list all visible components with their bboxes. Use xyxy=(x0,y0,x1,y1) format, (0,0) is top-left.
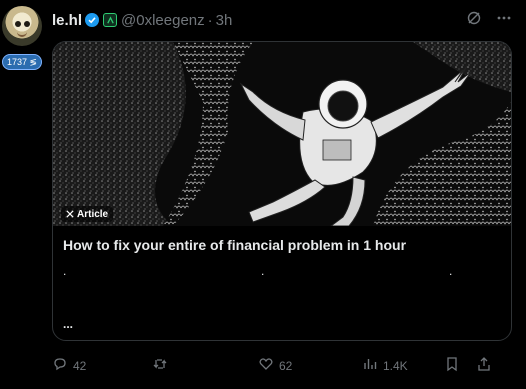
preview-dot: . xyxy=(261,264,265,278)
article-ellipsis: ... xyxy=(63,317,74,331)
avatar-mouth xyxy=(17,31,27,37)
more-icon[interactable] xyxy=(496,10,512,31)
like-count: 62 xyxy=(279,358,293,373)
article-tag: Article xyxy=(61,206,114,222)
article-title[interactable]: How to fix your entire of financial prob… xyxy=(63,237,406,253)
avatar-container[interactable]: 1737 ≶ xyxy=(2,6,44,70)
post-actions: 42 62 1.4K xyxy=(52,356,512,376)
views-count: 1.4K xyxy=(383,358,408,373)
reply-icon xyxy=(52,356,68,375)
article-card[interactable]: Article How to fix your entire of financ… xyxy=(52,41,512,341)
user-handle[interactable]: @0xleegenz xyxy=(121,12,205,29)
post-time[interactable]: 3h xyxy=(216,12,233,29)
display-name[interactable]: le.hl xyxy=(52,12,82,29)
article-cover-image[interactable]: Article xyxy=(53,42,511,226)
repost-button[interactable] xyxy=(152,356,173,375)
header-icons xyxy=(466,10,512,31)
x-logo-icon xyxy=(66,210,74,218)
verified-check-icon xyxy=(85,13,100,27)
repost-icon xyxy=(152,356,168,375)
bookmark-icon xyxy=(444,356,460,375)
post-header: le.hl @0xleegenz · 3h xyxy=(52,10,512,30)
avatar-eye-right xyxy=(24,21,30,27)
reply-button[interactable]: 42 xyxy=(52,356,86,375)
share-button[interactable] xyxy=(476,356,492,375)
article-tag-label: Article xyxy=(77,208,109,220)
followers-badge[interactable]: 1737 ≶ xyxy=(2,54,43,70)
views-icon xyxy=(362,356,378,375)
heart-icon xyxy=(258,356,274,375)
grok-icon[interactable] xyxy=(466,10,482,31)
reply-count: 42 xyxy=(73,358,87,373)
share-icon xyxy=(476,356,492,375)
separator-dot: · xyxy=(207,11,213,29)
preview-dot: . xyxy=(63,264,67,278)
views-button[interactable]: 1.4K xyxy=(362,356,408,375)
bookmark-button[interactable] xyxy=(444,356,460,375)
preview-dot: . xyxy=(449,264,453,278)
avatar-eye-left xyxy=(15,21,21,27)
astronaut-illustration xyxy=(53,42,511,226)
like-button[interactable]: 62 xyxy=(258,356,292,375)
green-affiliate-icon xyxy=(103,13,118,27)
avatar[interactable] xyxy=(2,6,42,46)
